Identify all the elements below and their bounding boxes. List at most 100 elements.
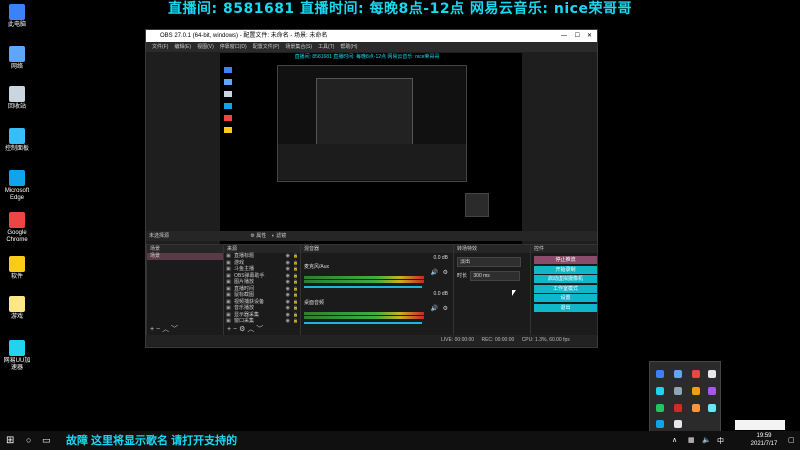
desktop-icon[interactable]: Microsoft Edge [2, 170, 32, 202]
speaker-icon[interactable]: 🔊 [431, 269, 438, 276]
speaker-icon[interactable]: 🔊 [431, 305, 438, 312]
add-source-button[interactable]: + [227, 326, 231, 333]
desktop-icon-label: 网易UU加速器 [3, 358, 31, 371]
desktop-icon[interactable]: Google Chrome [2, 212, 32, 244]
tray-app-icon[interactable] [656, 387, 664, 395]
preview-canvas[interactable]: 直播间: 8581681 直播时间: 每晚8点-12点 网易云音乐: nice荣… [220, 53, 540, 251]
nested-preview [277, 65, 467, 182]
preview-banner: 直播间: 8581681 直播时间: 每晚8点-12点 网易云音乐: nice荣… [294, 54, 440, 60]
volume-slider[interactable] [304, 322, 422, 324]
gear-icon[interactable]: ⚙ [443, 269, 448, 276]
maximize-button[interactable]: ☐ [575, 30, 580, 42]
track-db: 0.0 dB [433, 255, 448, 261]
tray-app-icon[interactable] [692, 387, 700, 395]
control-button[interactable]: 启动虚拟摄像机 [534, 275, 597, 283]
notification-icon[interactable]: ▢ [788, 436, 795, 444]
tray-expand-icon[interactable]: ∧ [672, 436, 677, 444]
desktop-icon-label: 软件 [10, 274, 23, 280]
tray-app-icon[interactable] [674, 404, 682, 412]
control-button[interactable]: 开始录制 [534, 265, 597, 274]
properties-button[interactable]: 属性 [256, 233, 266, 239]
move-up-icon[interactable]: ︿ [162, 326, 169, 333]
search-icon[interactable]: ○ [26, 435, 31, 445]
menu-item[interactable]: 视图(V) [197, 44, 214, 50]
tray-app-icon[interactable] [674, 370, 682, 378]
controls-dock: 控件 停止推流 开始录制 启动虚拟摄像机 工作室模式 设置 退出 [530, 244, 598, 336]
menu-item[interactable]: 配置文件(P) [253, 44, 280, 50]
desktop-icon-image [9, 170, 25, 186]
menu-item[interactable]: 工具(T) [318, 44, 334, 50]
desktop-icon-label: Microsoft Edge [4, 188, 30, 201]
control-button[interactable]: 停止推流 [534, 256, 597, 264]
taskbar: ⊞ ○ ▭ 故障 这里将显示歌名 请打开支持的 ∧ ▦ 🔈 中 19:59 20… [0, 431, 800, 450]
desktop-icon[interactable]: 网络 [2, 46, 32, 71]
move-down-icon[interactable]: ﹀ [171, 326, 178, 333]
tray-app-icon[interactable] [656, 404, 664, 412]
clock[interactable]: 19:59 2021/7/17 [744, 432, 784, 448]
volume-meter [304, 316, 424, 319]
desktop-icon[interactable]: 网易UU加速器 [2, 340, 32, 372]
control-button[interactable]: 工作室模式 [534, 284, 597, 293]
minimize-button[interactable]: — [561, 30, 567, 42]
task-view-icon[interactable]: ▭ [42, 435, 51, 446]
menu-item[interactable]: 场景集合(S) [285, 44, 312, 50]
current-source-label: 未选择源 [149, 233, 170, 239]
tray-app-icon[interactable] [656, 420, 664, 428]
menu-item[interactable]: 文件(F) [152, 44, 168, 50]
desktop-icon-image [9, 256, 25, 272]
volume-slider[interactable] [304, 286, 422, 288]
desktop-icon[interactable]: 回收站 [2, 86, 32, 111]
desktop-icon[interactable]: 游戏 [2, 296, 32, 321]
tray-app-icon[interactable] [708, 370, 716, 378]
tray-app-icon[interactable] [674, 420, 682, 428]
desktop-icon[interactable]: 软件 [2, 256, 32, 281]
notification-toast[interactable] [735, 420, 785, 430]
menu-item[interactable]: 编辑(E) [174, 44, 191, 50]
source-label: OBS弹幕助手 [234, 272, 265, 279]
scene-item[interactable]: 场景 [147, 253, 223, 260]
menu-item[interactable]: 停靠窗口(D) [220, 44, 247, 50]
close-button[interactable]: ✕ [587, 30, 592, 42]
ime-icon[interactable]: 中 [717, 436, 724, 446]
gear-icon[interactable]: ⚙ [443, 305, 448, 312]
filter-icon[interactable]: ◐ [272, 233, 275, 239]
gear-icon[interactable]: ⚙ [250, 233, 254, 239]
tray-app-icon[interactable] [708, 404, 716, 412]
desktop-icon[interactable]: 控制面板 [2, 128, 32, 153]
control-button[interactable]: 退出 [534, 303, 597, 312]
desktop-icon-image [9, 340, 25, 356]
duration-input[interactable]: 300 ms [470, 271, 521, 281]
tray-popup [649, 361, 721, 433]
controls-title: 控件 [531, 245, 597, 253]
window-title: OBS 27.0.1 (64-bit, windows) - 配置文件: 未命名… [160, 33, 328, 39]
remove-source-button[interactable]: − [233, 326, 237, 333]
source-label: 游戏 [234, 259, 245, 266]
visibility-eye-icon[interactable]: ◉ [286, 318, 290, 325]
tray-app-icon[interactable] [708, 387, 716, 395]
move-down-icon[interactable]: ﹀ [256, 326, 263, 333]
sources-toolbar: + − ⚙ ︿ ﹀ [227, 324, 263, 334]
filters-button[interactable]: 滤镜 [276, 233, 286, 239]
lock-icon[interactable]: 🔒 [293, 318, 298, 325]
status-bar: LIVE: 00:00:00 REC: 00:00:00 CPU: 1.3%, … [146, 335, 597, 346]
desktop-icon-image [9, 128, 25, 144]
tray-app-icon[interactable] [692, 370, 700, 378]
tray-app-icon[interactable] [656, 370, 664, 378]
add-scene-button[interactable]: + [150, 326, 154, 333]
control-button[interactable]: 设置 [534, 294, 597, 302]
mixer-track: 麦克风/Aux 0.0 dB 🔊 ⚙ [304, 255, 450, 289]
volume-icon[interactable]: 🔈 [702, 436, 711, 444]
desktop-icon[interactable]: 此电脑 [2, 4, 32, 29]
sources-dock: 来源 ▣ 直播标题 ◉ 🔒 ▣ 游戏 ◉ 🔒 ▣ 斗鱼主播 ◉ 🔒 ▣ OBS弹幕助手 ◉ 🔒 ▣ 图片播放 ◉ 🔒 ▣… [223, 244, 301, 336]
windows-start-icon[interactable]: ⊞ [6, 435, 14, 446]
transition-select[interactable]: 淡出 [457, 257, 521, 267]
source-label: 直播时间 [234, 285, 255, 292]
move-up-icon[interactable]: ︿ [247, 326, 254, 333]
network-icon[interactable]: ▦ [688, 436, 695, 444]
tray-app-icon[interactable] [674, 387, 682, 395]
menu-item[interactable]: 帮助(H) [340, 44, 357, 50]
source-toolbar: 未选择源 ⚙ 属性 ◐ 滤镜 [146, 231, 597, 241]
remove-scene-button[interactable]: − [156, 326, 160, 333]
tray-app-icon[interactable] [692, 404, 700, 412]
source-settings-icon[interactable]: ⚙ [239, 326, 245, 333]
